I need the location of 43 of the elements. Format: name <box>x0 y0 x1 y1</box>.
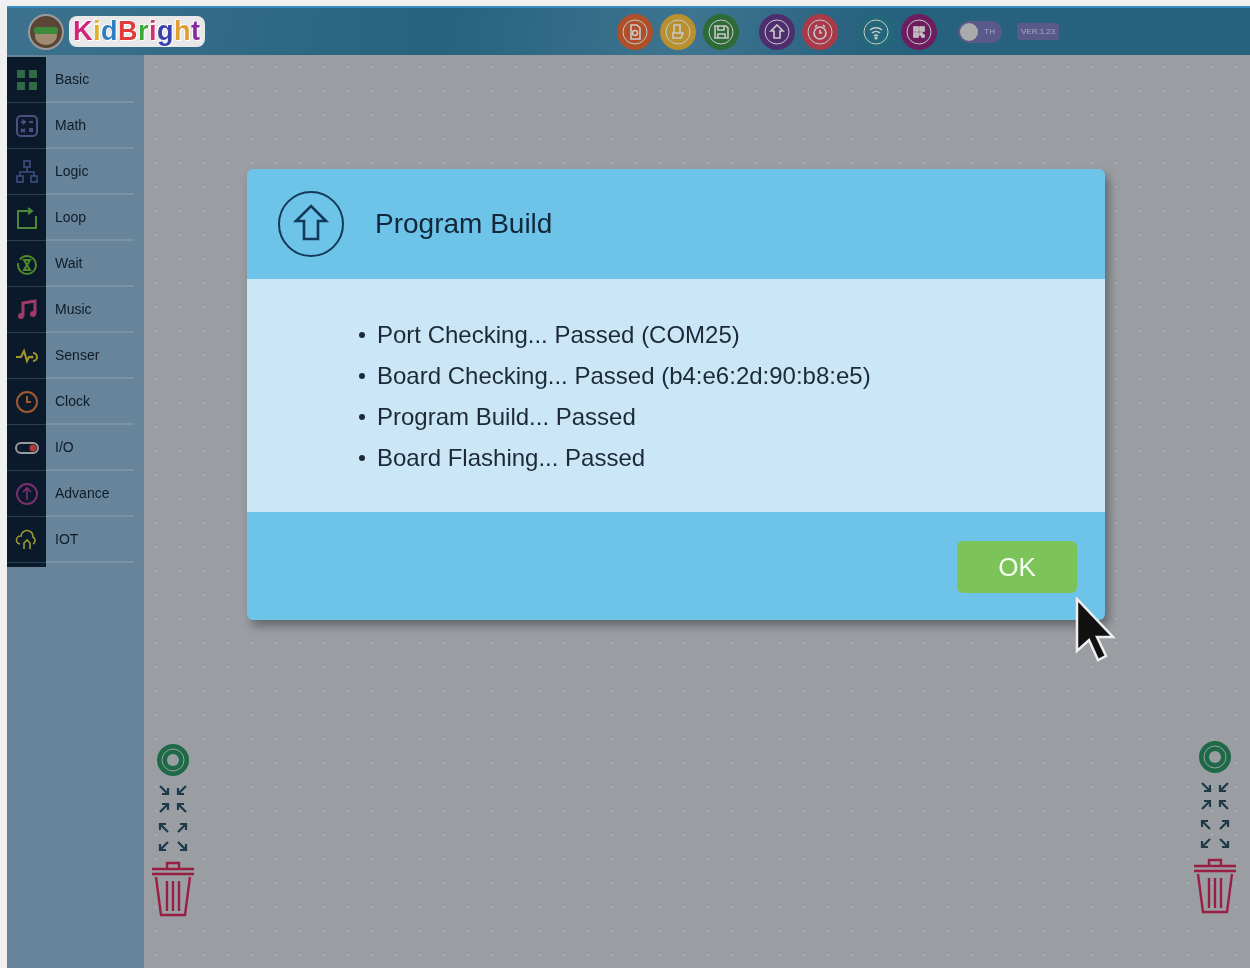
clock-icon[interactable] <box>13 388 40 415</box>
bullet-icon <box>359 414 365 420</box>
category-label[interactable]: Music <box>55 301 92 317</box>
category-label[interactable]: IOT <box>55 531 79 547</box>
calculator-icon[interactable] <box>13 112 40 139</box>
save-icon[interactable] <box>703 13 739 50</box>
target-icon[interactable] <box>156 743 190 777</box>
alarm-clock-icon[interactable] <box>802 13 838 50</box>
wifi-icon[interactable] <box>858 13 894 50</box>
logo-text: KidBright <box>69 16 205 47</box>
up-arrow-circle-icon[interactable] <box>13 480 40 507</box>
language-toggle[interactable]: TH <box>958 20 1002 43</box>
status-line: Port Checking... Passed (COM25) <box>377 321 740 349</box>
category-label[interactable]: Logic <box>55 163 89 179</box>
category-label[interactable]: Math <box>55 117 87 133</box>
upload-icon <box>277 190 345 258</box>
trash-icon[interactable] <box>150 859 196 917</box>
zoom-in-icon[interactable] <box>157 783 189 815</box>
upload-icon[interactable] <box>759 13 795 50</box>
status-line: Program Build... Passed <box>377 403 636 431</box>
bullet-icon <box>359 455 365 461</box>
open-folder-icon[interactable] <box>660 13 696 50</box>
bullet-icon <box>359 332 365 338</box>
category-label[interactable]: I/O <box>55 439 74 455</box>
category-label[interactable]: Senser <box>55 347 100 363</box>
status-line: Board Checking... Passed (b4:e6:2d:90:b8:e5) <box>377 362 871 390</box>
category-label[interactable]: Wait <box>55 255 83 271</box>
bullet-icon <box>359 373 365 379</box>
qr-code-icon[interactable] <box>901 13 937 50</box>
category-label[interactable]: Loop <box>55 209 87 225</box>
zoom-out-icon[interactable] <box>157 821 189 853</box>
zoom-out-icon[interactable] <box>1199 818 1231 850</box>
hierarchy-icon[interactable] <box>13 158 40 185</box>
category-label[interactable]: Clock <box>55 393 90 409</box>
zoom-in-icon[interactable] <box>1199 780 1231 812</box>
target-icon[interactable] <box>1198 740 1232 774</box>
category-label[interactable]: Advance <box>55 485 110 501</box>
category-label[interactable]: Basic <box>55 71 90 87</box>
dialog-title: Program Build <box>375 208 553 240</box>
new-file-icon[interactable] <box>617 13 653 50</box>
status-line: Board Flashing... Passed <box>377 444 646 472</box>
trash-icon[interactable] <box>1192 856 1238 914</box>
version-badge: VER.1.23 <box>1017 23 1060 40</box>
